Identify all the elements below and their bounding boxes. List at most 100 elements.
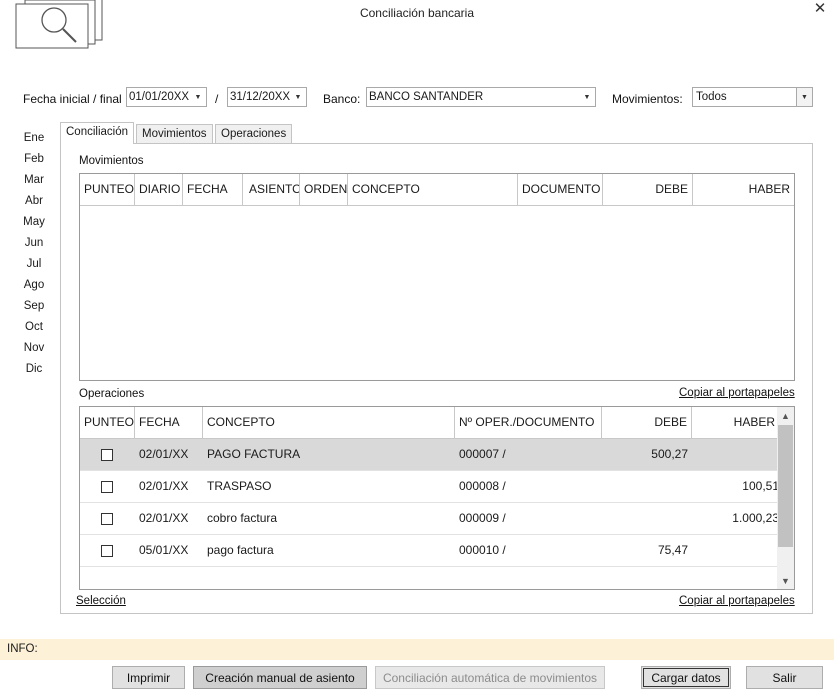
copy-clipboard-link[interactable]: Copiar al portapapeles (679, 387, 795, 399)
bank-select[interactable]: BANCO SANTANDER ▼ (366, 87, 596, 107)
tab-operaciones[interactable]: Operaciones (215, 124, 293, 145)
info-label: INFO: (7, 643, 38, 655)
documento-cell: 000010 / (459, 543, 506, 557)
col-documento[interactable]: DOCUMENTO (518, 174, 603, 206)
tab-conciliacion[interactable]: Conciliación (60, 122, 135, 144)
month-item[interactable]: Sep (18, 296, 50, 317)
table-row[interactable]: 02/01/XX TRASPASO 000008 / 100,51 (80, 471, 779, 503)
debe-cell: 75,47 (657, 543, 688, 557)
col-haber[interactable]: HABER (693, 174, 794, 206)
window-title: Conciliación bancaria (359, 6, 475, 20)
table-row[interactable]: 02/01/XX cobro factura 000009 / 1.000,23 (80, 503, 779, 535)
date-separator: / (215, 92, 219, 106)
concepto-cell: PAGO FACTURA (207, 447, 301, 461)
haber-cell (692, 439, 779, 470)
month-item[interactable]: Ago (18, 275, 50, 296)
col-fecha[interactable]: FECHA (135, 407, 203, 439)
date-start-value: 01/01/20XX (129, 91, 190, 103)
documento-cell: 000009 / (459, 511, 506, 525)
punteo-checkbox[interactable] (101, 480, 113, 493)
scroll-thumb[interactable] (778, 425, 793, 547)
month-item[interactable]: May (18, 212, 50, 233)
chevron-down-icon[interactable]: ▼ (579, 88, 595, 106)
month-item[interactable]: Oct (18, 317, 50, 338)
month-item[interactable]: Abr (18, 191, 50, 212)
month-item[interactable]: Dic (18, 359, 50, 380)
haber-cell: 1.000,23 (732, 511, 779, 525)
col-fecha[interactable]: FECHA (183, 174, 243, 206)
date-range-label: Fecha inicial / final (23, 92, 122, 106)
punteo-cell (80, 471, 135, 502)
debe-cell (602, 503, 692, 534)
chevron-down-icon[interactable]: ▼ (796, 88, 812, 106)
punteo-checkbox[interactable] (101, 512, 113, 525)
col-documento[interactable]: Nº OPER./DOCUMENTO (455, 407, 602, 439)
chevron-down-icon[interactable]: ▼ (290, 88, 306, 106)
movimientos-grid[interactable]: PUNTEO DIARIO FECHA ASIENTO ORDEN CONCEP… (79, 173, 795, 381)
col-concepto[interactable]: CONCEPTO (348, 174, 518, 206)
load-data-button[interactable]: Cargar datos (641, 666, 731, 689)
punteo-checkbox[interactable] (101, 544, 113, 557)
haber-cell (692, 535, 779, 566)
month-item[interactable]: Ene (18, 128, 50, 149)
exit-button[interactable]: Salir (746, 666, 823, 689)
col-orden[interactable]: ORDEN (300, 174, 348, 206)
col-debe[interactable]: DEBE (603, 174, 693, 206)
fecha-cell: 05/01/XX (139, 543, 189, 557)
col-diario[interactable]: DIARIO (135, 174, 183, 206)
date-end-picker[interactable]: 31/12/20XX ▼ (227, 87, 307, 107)
concepto-cell: cobro factura (207, 511, 278, 525)
punteo-checkbox[interactable] (101, 448, 113, 461)
documento-cell: 000007 / (459, 447, 506, 461)
seleccion-link[interactable]: Selección (76, 595, 126, 607)
operaciones-header: PUNTEO FECHA CONCEPTO Nº OPER./DOCUMENTO… (80, 407, 779, 439)
haber-cell: 100,51 (742, 479, 779, 493)
col-concepto[interactable]: CONCEPTO (203, 407, 455, 439)
auto-reconcile-button[interactable]: Conciliación automática de movimientos (375, 666, 605, 689)
info-bar: INFO: (0, 639, 834, 660)
month-item[interactable]: Mar (18, 170, 50, 191)
copy-clipboard-link-bottom[interactable]: Copiar al portapapeles (679, 595, 795, 607)
punteo-cell (80, 439, 135, 470)
fecha-cell: 02/01/XX (139, 479, 189, 493)
scroll-down-icon[interactable]: ▼ (777, 572, 794, 589)
chevron-down-icon[interactable]: ▼ (190, 88, 206, 106)
col-debe[interactable]: DEBE (602, 407, 692, 439)
punteo-cell (80, 503, 135, 534)
movements-select[interactable]: Todos ▼ (692, 87, 813, 107)
concepto-cell: pago factura (207, 543, 274, 557)
concepto-cell: TRASPASO (207, 479, 272, 493)
month-item[interactable]: Nov (18, 338, 50, 359)
close-icon[interactable]: ✕ (812, 0, 828, 18)
month-item[interactable]: Feb (18, 149, 50, 170)
documento-cell: 000008 / (459, 479, 506, 493)
col-haber[interactable]: HABER (692, 407, 779, 439)
month-list: Ene Feb Mar Abr May Jun Jul Ago Sep Oct … (18, 128, 50, 380)
manual-entry-button[interactable]: Creación manual de asiento (193, 666, 367, 689)
table-row[interactable]: 02/01/XX PAGO FACTURA 000007 / 500,27 (80, 439, 779, 471)
date-end-value: 31/12/20XX (230, 91, 290, 103)
tab-movimientos[interactable]: Movimientos (136, 124, 213, 145)
movements-label: Movimientos: (612, 92, 683, 106)
month-item[interactable]: Jun (18, 233, 50, 254)
vertical-scrollbar[interactable]: ▲ ▼ (777, 407, 794, 589)
table-row[interactable]: 05/01/XX pago factura 000010 / 75,47 (80, 535, 779, 567)
movimientos-title: Movimientos (79, 155, 144, 167)
scroll-up-icon[interactable]: ▲ (777, 407, 794, 424)
operaciones-grid[interactable]: PUNTEO FECHA CONCEPTO Nº OPER./DOCUMENTO… (79, 406, 795, 590)
col-punteo[interactable]: PUNTEO (80, 407, 135, 439)
bank-value: BANCO SANTANDER (369, 91, 484, 103)
col-punteo[interactable]: PUNTEO (80, 174, 135, 206)
operaciones-title: Operaciones (79, 388, 145, 400)
fecha-cell: 02/01/XX (139, 447, 189, 461)
print-button[interactable]: Imprimir (112, 666, 185, 689)
fecha-cell: 02/01/XX (139, 511, 189, 525)
col-asiento[interactable]: ASIENTO (243, 174, 300, 206)
movimientos-header: PUNTEO DIARIO FECHA ASIENTO ORDEN CONCEP… (80, 174, 794, 206)
punteo-cell (80, 535, 135, 566)
debe-cell: 500,27 (651, 447, 688, 461)
movements-value: Todos (696, 91, 727, 103)
month-item[interactable]: Jul (18, 254, 50, 275)
date-start-picker[interactable]: 01/01/20XX ▼ (126, 87, 207, 107)
debe-cell (602, 471, 692, 502)
